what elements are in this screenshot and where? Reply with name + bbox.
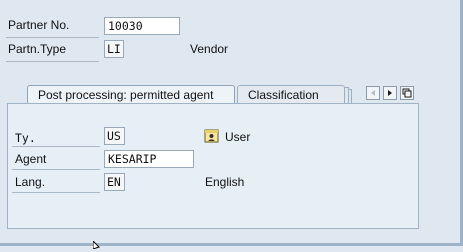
agent-panel — [7, 103, 419, 229]
partner-type-description: Vendor — [190, 42, 229, 56]
scroll-right-icon — [388, 90, 392, 96]
scroll-left-icon — [371, 90, 375, 96]
tab-classification[interactable]: Classification — [237, 85, 345, 104]
partner-type-input[interactable]: LI — [104, 40, 124, 58]
type-input[interactable]: US — [104, 127, 125, 145]
type-description: User — [225, 130, 251, 144]
language-input[interactable]: EN — [104, 173, 125, 191]
partner-no-underline — [6, 37, 99, 38]
partner-no-label: Partner No. — [8, 18, 70, 32]
partner-no-input[interactable]: 10030 — [104, 17, 180, 35]
tab-post-processing[interactable]: Post processing: permitted agent — [27, 85, 235, 104]
user-icon — [204, 128, 220, 143]
mouse-cursor-icon — [92, 238, 101, 252]
language-underline — [12, 192, 100, 193]
type-label: Ty. — [15, 131, 36, 145]
language-label: Lang. — [15, 175, 46, 189]
tab-list-button[interactable] — [400, 86, 414, 100]
agent-input[interactable]: KESARIP — [104, 150, 194, 168]
scroll-left-button[interactable] — [366, 86, 380, 100]
language-description: English — [205, 175, 245, 189]
agent-label: Agent — [15, 152, 47, 166]
tab-list-icon — [402, 88, 412, 98]
scroll-right-button[interactable] — [383, 86, 397, 100]
type-underline — [12, 146, 100, 147]
partner-type-label: Partn.Type — [8, 42, 67, 56]
agent-underline — [12, 169, 100, 170]
partner-type-underline — [6, 61, 99, 62]
